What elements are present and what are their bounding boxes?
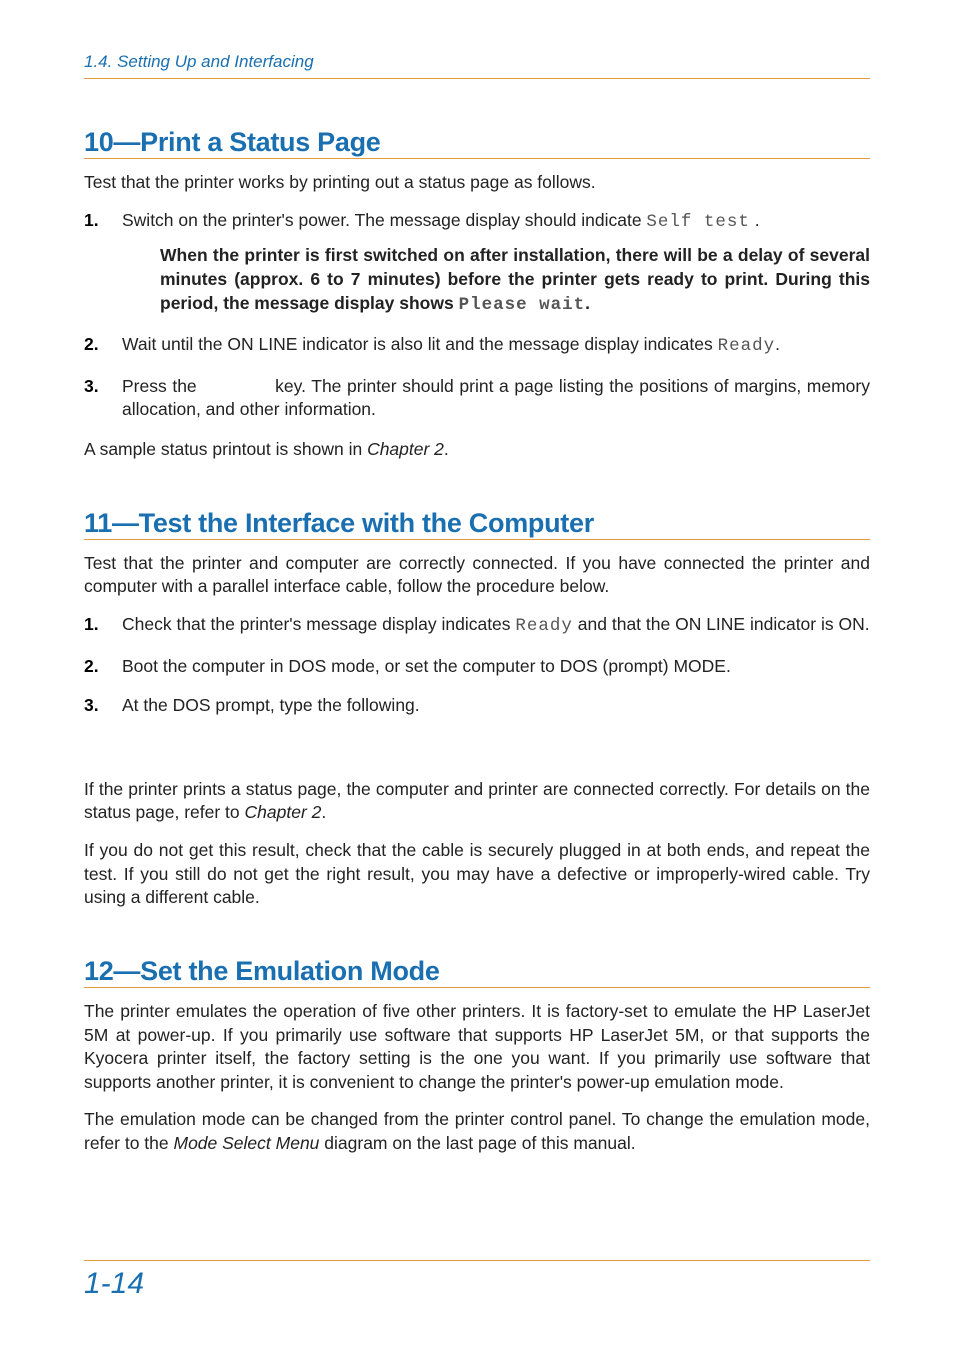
para-a: If the printer prints a status page, the… [84, 779, 870, 823]
section-10-outro: A sample status printout is shown in Cha… [84, 438, 870, 462]
section-10-step-1: Switch on the printer's power. The messa… [84, 209, 870, 318]
step-text: Wait until the ON LINE indicator is also… [122, 334, 718, 354]
display-code: Please wait [459, 295, 586, 315]
section-11-intro: Test that the printer and computer are c… [84, 552, 870, 599]
section-10-intro: Test that the printer works by printing … [84, 171, 870, 195]
outro-b: . [444, 439, 449, 459]
section-10-warning: When the printer is first switched on af… [160, 244, 870, 317]
running-head: 1.4. Setting Up and Interfacing [84, 52, 870, 79]
section-11-step-1: Check that the printer's message display… [84, 613, 870, 639]
step-text-end: . [750, 210, 760, 230]
display-code: Ready [515, 616, 573, 636]
chapter-ref: Chapter 2 [245, 802, 322, 822]
step-text: Check that the printer's message display… [122, 614, 515, 634]
section-11-para-2: If the printer prints a status page, the… [84, 778, 870, 825]
page: 1.4. Setting Up and Interfacing 10—Print… [0, 0, 954, 1349]
para-b: . [321, 802, 326, 822]
section-11-step-2: Boot the computer in DOS mode, or set th… [84, 655, 870, 679]
key-gap [202, 376, 269, 396]
menu-ref: Mode Select Menu [174, 1133, 320, 1153]
section-11-title: 11—Test the Interface with the Computer [84, 508, 870, 540]
section-12-para-2: The emulation mode can be changed from t… [84, 1108, 870, 1155]
step-text-end: and that the ON LINE indicator is ON. [573, 614, 870, 634]
section-12-title: 12—Set the Emulation Mode [84, 956, 870, 988]
section-10-step-3: Press the key. The printer should print … [84, 375, 870, 422]
section-11-steps: Check that the printer's message display… [84, 613, 870, 718]
para-b: diagram on the last page of this manual. [319, 1133, 635, 1153]
section-10-steps: Switch on the printer's power. The messa… [84, 209, 870, 422]
page-number: 1-14 [84, 1260, 870, 1301]
step-text: Switch on the printer's power. The messa… [122, 210, 646, 230]
display-code: Self test [646, 212, 750, 232]
chapter-ref: Chapter 2 [367, 439, 444, 459]
section-11-step-3: At the DOS prompt, type the following. [84, 694, 870, 718]
outro-a: A sample status printout is shown in [84, 439, 367, 459]
step-text-end: . [775, 334, 780, 354]
section-10-title: 10—Print a Status Page [84, 127, 870, 159]
section-10-step-2: Wait until the ON LINE indicator is also… [84, 333, 870, 359]
section-12-para-1: The printer emulates the operation of fi… [84, 1000, 870, 1095]
step-text-a: Press the [122, 376, 202, 396]
display-code: Ready [718, 336, 776, 356]
section-11-para-3: If you do not get this result, check tha… [84, 839, 870, 910]
warn-text-end: . [585, 293, 590, 313]
